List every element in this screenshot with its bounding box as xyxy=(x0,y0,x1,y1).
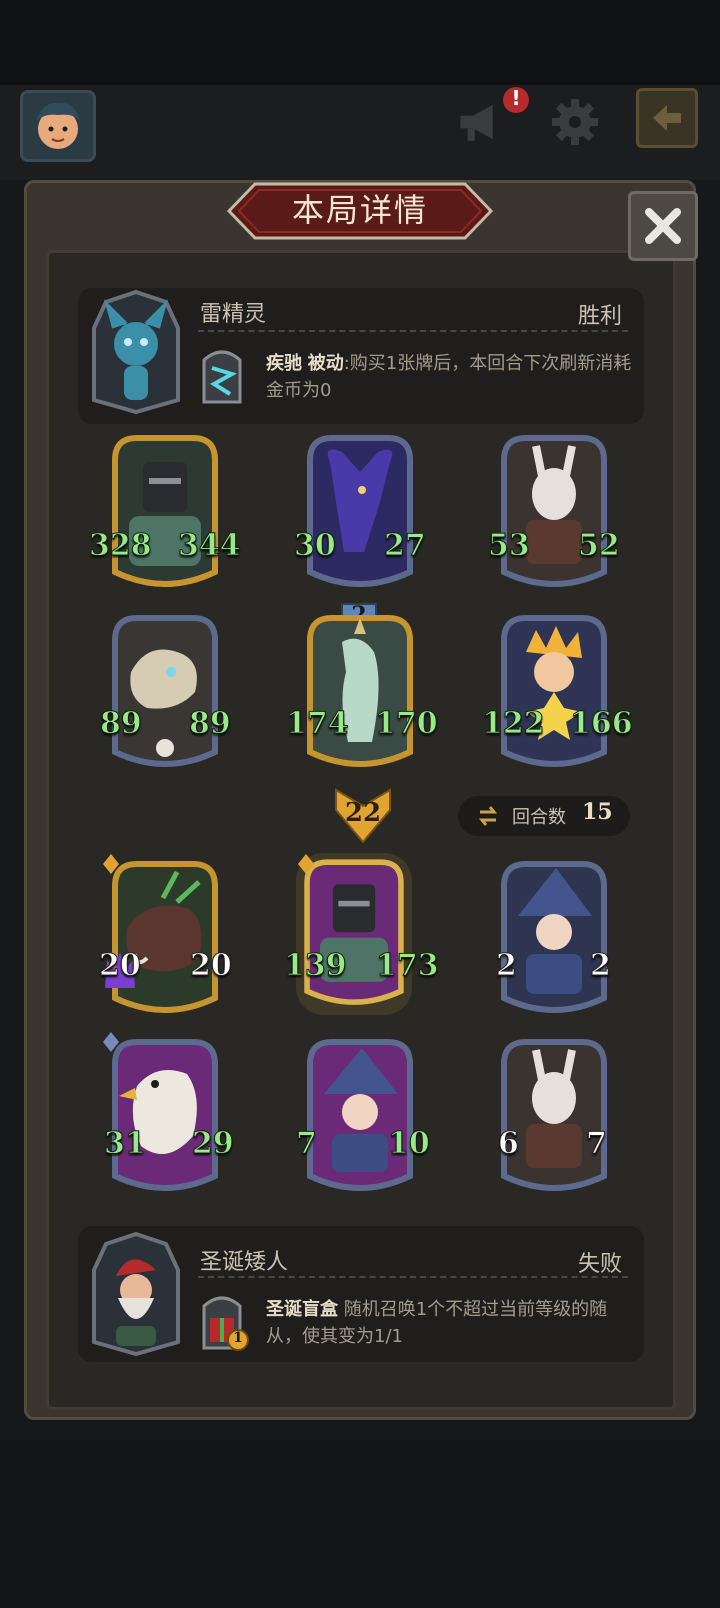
minion-card-spirit-horse[interactable] xyxy=(302,612,418,776)
minion-card-cosmic-bull[interactable] xyxy=(302,432,418,596)
attack-stat: 2 xyxy=(496,948,518,984)
round-cycle-icon xyxy=(478,806,498,826)
dialog-title: 本局详情 xyxy=(291,191,428,229)
health-stat: 173 xyxy=(376,948,440,984)
round-value: 15 xyxy=(582,799,613,825)
christmas-dwarf-portrait xyxy=(92,1231,180,1357)
close-icon xyxy=(645,208,681,244)
round-label: 回合数 xyxy=(512,807,566,828)
attack-stat: 20 xyxy=(99,948,142,984)
minion-card-masked-rabbit[interactable] xyxy=(496,432,612,596)
bottom-background xyxy=(0,1440,720,1608)
winner-result: 胜利 xyxy=(578,304,623,329)
loser-skill: 圣诞盲盒 随机召唤1个不超过当前等级的随从，使其变为1/1 xyxy=(266,1296,638,1350)
minion-card-masked-rabbit-2[interactable] xyxy=(496,1036,612,1200)
divider xyxy=(198,1276,628,1278)
attack-stat: 6 xyxy=(498,1126,520,1162)
gem-icon xyxy=(103,1032,119,1052)
health-stat: 29 xyxy=(192,1126,235,1162)
health-stat: 10 xyxy=(388,1126,431,1162)
minion-card-star-boy[interactable] xyxy=(496,612,612,776)
gem-icon xyxy=(298,854,314,874)
minion-card-knight-gold[interactable] xyxy=(296,852,412,1016)
attack-stat: 174 xyxy=(286,706,350,742)
notification-mark: ! xyxy=(511,86,521,110)
health-stat: 52 xyxy=(578,528,621,564)
loser-name: 圣诞矮人 xyxy=(200,1250,289,1275)
health-stat: 166 xyxy=(570,706,634,742)
health-stat: 7 xyxy=(586,1126,608,1162)
attack-stat: 89 xyxy=(100,706,143,742)
health-stat: 344 xyxy=(178,528,242,564)
skill-name: 圣诞盲盒 xyxy=(266,1299,338,1320)
gear-icon[interactable] xyxy=(548,95,602,149)
attack-stat: 31 xyxy=(104,1126,147,1162)
minion-card-eagle[interactable] xyxy=(107,1036,223,1200)
health-stat: 20 xyxy=(190,948,233,984)
attack-stat: 30 xyxy=(294,528,337,564)
health-stat: 170 xyxy=(375,706,439,742)
damage-value: 22 xyxy=(344,798,382,828)
exit-icon xyxy=(653,105,681,131)
divider xyxy=(198,330,628,332)
health-stat: 2 xyxy=(590,948,612,984)
skill-type: 被动 xyxy=(307,353,344,374)
skill-cost: 1 xyxy=(233,1330,243,1346)
winner-skill: 疾驰 被动:购买1张牌后，本回合下次刷新消耗金币为0 xyxy=(266,350,638,404)
minion-card-bone-dragon[interactable] xyxy=(107,612,223,776)
player-avatar-icon xyxy=(36,102,80,149)
attack-stat: 122 xyxy=(482,706,546,742)
attack-stat: 139 xyxy=(284,948,348,984)
top-bar xyxy=(0,85,720,180)
top-background xyxy=(0,0,720,85)
health-stat: 89 xyxy=(189,706,232,742)
close-button[interactable] xyxy=(628,191,698,261)
attack-stat: 7 xyxy=(296,1126,318,1162)
gem-icon xyxy=(103,854,119,874)
attack-stat: 328 xyxy=(89,528,153,564)
minion-card-wizard-blue[interactable] xyxy=(496,858,612,1022)
skill-name: 疾驰 xyxy=(266,353,302,374)
minion-card-boar[interactable] xyxy=(107,858,223,1022)
minion-card-knight[interactable] xyxy=(107,432,223,596)
attack-stat: 53 xyxy=(488,528,531,564)
exit-button[interactable] xyxy=(636,88,698,148)
player-avatar-button[interactable] xyxy=(20,90,96,162)
minion-card-wizard-purple[interactable] xyxy=(302,1036,418,1200)
winner-name: 雷精灵 xyxy=(200,302,267,327)
health-stat: 27 xyxy=(384,528,427,564)
dash-skill-icon xyxy=(202,350,242,404)
loser-result: 失败 xyxy=(578,1252,623,1277)
thunder-sprite-portrait xyxy=(92,289,180,415)
